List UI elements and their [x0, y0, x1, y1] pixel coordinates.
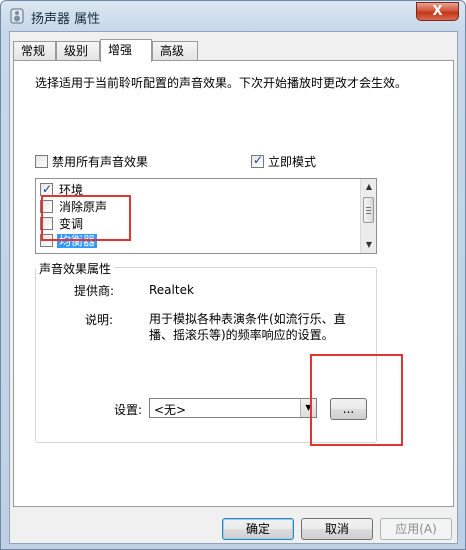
dialog-client-area: 常规 级别 增强 高级 选择适用于当前聆听配置的声音效果。下次开始播放时更改才会… — [9, 31, 458, 544]
close-button[interactable]: X — [416, 2, 459, 21]
disable-all-effects-option[interactable]: 禁用所有声音效果 — [35, 153, 148, 170]
scrollbar-thumb[interactable] — [363, 197, 374, 223]
settings-selected-value: <无> — [154, 403, 187, 417]
properties-window: 扬声器 属性 X 常规 级别 增强 高级 选择适用于当前聆听配置的声音效果。下次… — [0, 0, 466, 550]
provider-value: Realtek — [149, 283, 194, 297]
tab-levels[interactable]: 级别 — [56, 41, 100, 61]
ok-button[interactable]: 确定 — [222, 518, 294, 540]
immediate-mode-label: 立即模式 — [268, 155, 317, 169]
arrow-down-icon[interactable]: ▼ — [361, 237, 376, 253]
disable-all-checkbox[interactable] — [35, 155, 48, 168]
group-title: 声音效果属性 — [36, 260, 115, 277]
immediate-mode-option[interactable]: 立即模式 — [251, 153, 316, 170]
title-bar[interactable]: 扬声器 属性 X — [1, 1, 465, 31]
description-value: 用于模拟各种表演条件(如流行乐、直播、摇滚乐等)的频率响应的设置。 — [149, 312, 346, 342]
panel-description: 选择适用于当前聆听配置的声音效果。下次开始播放时更改才会生效。 — [35, 76, 408, 90]
tab-general[interactable]: 常规 — [13, 41, 56, 61]
disable-all-label: 禁用所有声音效果 — [52, 155, 149, 169]
list-scrollbar[interactable]: ▲ ▼ — [360, 179, 376, 253]
grip-line — [366, 213, 371, 214]
settings-dropdown[interactable]: <无> ▼ — [149, 398, 317, 418]
apply-button[interactable]: 应用(A) — [380, 518, 452, 540]
tab-advanced[interactable]: 高级 — [152, 41, 198, 61]
immediate-mode-checkbox[interactable] — [251, 153, 264, 168]
window-title: 扬声器 属性 — [31, 12, 101, 27]
annotation-highlight-settings-button — [310, 354, 403, 446]
provider-label: 提供商: — [74, 284, 115, 298]
close-icon: X — [432, 4, 443, 19]
grip-line — [366, 210, 371, 211]
grip-line — [366, 207, 371, 208]
cancel-button[interactable]: 取消 — [301, 518, 373, 540]
annotation-highlight-equalizer — [41, 195, 131, 241]
settings-label: 设置: — [114, 403, 143, 417]
speaker-icon — [9, 8, 25, 24]
arrow-up-icon[interactable]: ▲ — [361, 179, 376, 195]
description-label: 说明: — [85, 313, 114, 327]
tab-enhancements[interactable]: 增强 — [100, 39, 152, 62]
